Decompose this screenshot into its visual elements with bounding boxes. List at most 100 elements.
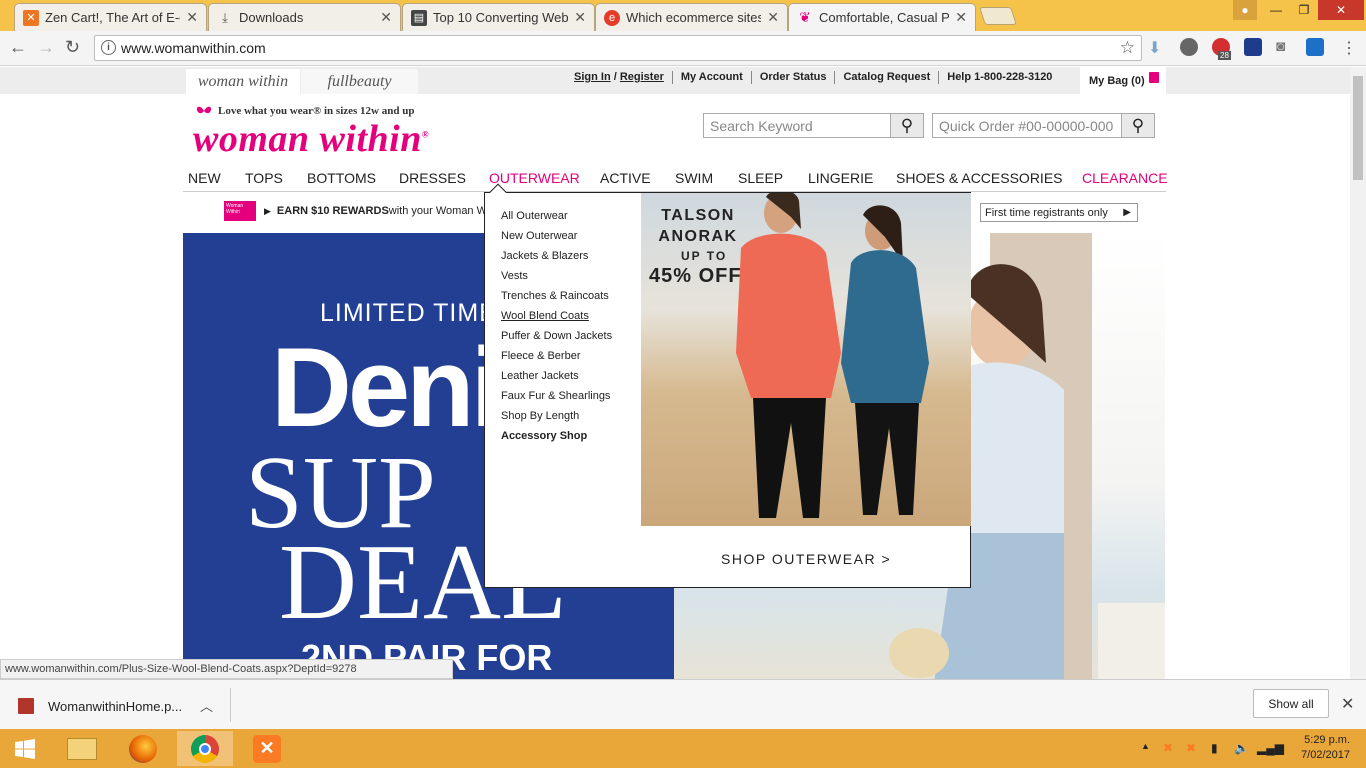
- extension-chart-icon[interactable]: [1244, 38, 1262, 56]
- extension-globe-icon[interactable]: [1180, 38, 1198, 56]
- nav-lingerie[interactable]: LINGERIE: [808, 170, 873, 186]
- close-icon[interactable]: ✕: [574, 9, 586, 26]
- clock-time: 5:29 p.m.: [1304, 734, 1350, 746]
- dd-trenches-raincoats[interactable]: Trenches & Raincoats: [501, 289, 612, 309]
- my-bag-label: My Bag (0): [1089, 74, 1145, 87]
- help-phone-link[interactable]: Help 1-800-228-3120: [939, 71, 1060, 84]
- tray-expand-icon[interactable]: ▲: [1141, 741, 1150, 751]
- minimize-icon[interactable]: —: [1262, 0, 1290, 20]
- back-icon[interactable]: ←: [9, 37, 27, 58]
- info-icon[interactable]: i: [101, 40, 116, 55]
- shop-outerwear-link[interactable]: SHOP OUTERWEAR >: [721, 551, 891, 567]
- promo-bold-text: EARN $10 REWARDS: [276, 205, 389, 217]
- reload-icon[interactable]: ↻: [65, 37, 80, 58]
- main-nav: NEW TOPS BOTTOMS DRESSES OUTERWEAR ACTIV…: [183, 167, 1168, 192]
- dd-puffer-down-jackets[interactable]: Puffer & Down Jackets: [501, 329, 612, 349]
- nav-sleep[interactable]: SLEEP: [738, 170, 783, 186]
- my-account-link[interactable]: My Account: [673, 71, 752, 84]
- dd-all-outerwear[interactable]: All Outerwear: [501, 209, 612, 229]
- tray-xampp-icon[interactable]: ✖: [1163, 741, 1173, 755]
- dd-leather-jackets[interactable]: Leather Jackets: [501, 369, 612, 389]
- search-icon: ⚲: [1131, 115, 1145, 135]
- firefox-icon[interactable]: [115, 731, 171, 766]
- nav-clearance[interactable]: CLEARANCE: [1082, 170, 1168, 186]
- restore-icon[interactable]: ❐: [1290, 0, 1318, 20]
- start-button[interactable]: [0, 731, 50, 766]
- browser-tab-womanwithin[interactable]: ❦ Comfortable, Casual Plus ✕: [788, 3, 976, 31]
- search-input[interactable]: Search Keyword: [703, 113, 891, 138]
- order-status-link[interactable]: Order Status: [752, 71, 836, 84]
- dd-faux-fur-shearlings[interactable]: Faux Fur & Shearlings: [501, 389, 612, 409]
- dd-accessory-shop[interactable]: Accessory Shop: [501, 429, 612, 449]
- nav-new[interactable]: NEW: [188, 170, 221, 186]
- browser-tab-downloads[interactable]: ⤓ Downloads ✕: [208, 3, 401, 31]
- address-bar[interactable]: i www.womanwithin.com ☆: [94, 35, 1142, 61]
- browser-tab-ecommerce[interactable]: e Which ecommerce sites a ✕: [595, 3, 788, 31]
- first-time-registrants-button[interactable]: First time registrants only ▶: [980, 203, 1138, 222]
- forward-icon[interactable]: →: [37, 37, 55, 58]
- vertical-scrollbar[interactable]: [1350, 67, 1366, 679]
- taskbar: ✕ ▲ ✖ ✖ ▮ 🔈 ▂▄▆ 5:29 p.m. 7/02/2017: [0, 729, 1366, 768]
- shopping-bag-icon: [1148, 72, 1159, 83]
- document-icon: ▤: [411, 9, 427, 26]
- rewards-promo[interactable]: Woman Within ▶ EARN $10 REWARDS with you…: [224, 201, 487, 221]
- brand-tab-fullbeauty[interactable]: fullbeauty: [301, 69, 418, 94]
- scrollbar-thumb[interactable]: [1353, 76, 1363, 180]
- search-button[interactable]: ⚲: [890, 113, 924, 138]
- browser-tab-converting[interactable]: ▤ Top 10 Converting Webs ✕: [402, 3, 595, 31]
- nav-tops[interactable]: TOPS: [245, 170, 283, 186]
- xampp-icon: ✕: [23, 9, 39, 26]
- nav-outerwear[interactable]: OUTERWEAR: [489, 170, 580, 186]
- promo-title: TALSON ANORAK: [658, 207, 738, 245]
- quick-order-input[interactable]: Quick Order #00-00000-000: [932, 113, 1122, 138]
- window-close-icon[interactable]: ✕: [1318, 0, 1364, 20]
- nav-shoes-accessories[interactable]: SHOES & ACCESSORIES: [896, 170, 1063, 186]
- dd-fleece-berber[interactable]: Fleece & Berber: [501, 349, 612, 369]
- dd-shop-by-length[interactable]: Shop By Length: [501, 409, 612, 429]
- tray-xampp2-icon[interactable]: ✖: [1186, 741, 1196, 755]
- close-icon[interactable]: ✕: [767, 9, 779, 26]
- catalog-request-link[interactable]: Catalog Request: [835, 71, 940, 84]
- site-logo[interactable]: woman within®: [193, 117, 429, 161]
- extension-s-icon[interactable]: [1306, 38, 1324, 56]
- new-tab-button[interactable]: [979, 7, 1017, 25]
- tray-power-icon[interactable]: ▮: [1211, 741, 1218, 755]
- chrome-icon[interactable]: [177, 731, 233, 766]
- talson-anorak-promo[interactable]: TALSON ANORAK UP TO 45% OFF: [641, 193, 971, 526]
- file-explorer-icon[interactable]: [54, 731, 110, 766]
- nav-active[interactable]: ACTIVE: [600, 170, 651, 186]
- user-profile-icon[interactable]: ●: [1233, 0, 1257, 20]
- browser-tab-zencart[interactable]: ✕ Zen Cart!, The Art of E-co ✕: [14, 3, 207, 31]
- register-link[interactable]: Register: [620, 71, 664, 83]
- volume-icon[interactable]: 🔈: [1234, 741, 1249, 755]
- status-bar: www.womanwithin.com/Plus-Size-Wool-Blend…: [0, 659, 453, 679]
- dd-new-outerwear[interactable]: New Outerwear: [501, 229, 612, 249]
- tab-title: Top 10 Converting Webs: [433, 10, 569, 25]
- nav-dresses[interactable]: DRESSES: [399, 170, 466, 186]
- show-all-button[interactable]: Show all: [1253, 689, 1329, 718]
- bookmark-star-icon[interactable]: ☆: [1120, 38, 1135, 58]
- close-icon[interactable]: ✕: [186, 9, 198, 26]
- download-item[interactable]: WomanwithinHome.p...: [18, 698, 182, 714]
- dd-wool-blend-coats[interactable]: Wool Blend Coats: [501, 309, 612, 329]
- menu-icon[interactable]: ⋮: [1340, 38, 1358, 57]
- sign-in-link[interactable]: Sign In: [574, 71, 611, 83]
- dd-vests[interactable]: Vests: [501, 269, 612, 289]
- quick-order-button[interactable]: ⚲: [1121, 113, 1155, 138]
- brand-tab-womanwithin[interactable]: woman within: [186, 69, 300, 94]
- close-shelf-icon[interactable]: ✕: [1341, 694, 1354, 714]
- nav-bottoms[interactable]: BOTTOMS: [307, 170, 376, 186]
- play-arrow-icon: ▶: [264, 205, 271, 216]
- close-icon[interactable]: ✕: [380, 9, 392, 26]
- camera-icon[interactable]: ◙: [1276, 38, 1294, 56]
- download-arrow-icon[interactable]: ⬇: [1148, 38, 1166, 57]
- my-bag-link[interactable]: My Bag (0): [1080, 67, 1166, 94]
- xampp-taskbar-icon[interactable]: ✕: [239, 731, 295, 766]
- chevron-up-icon[interactable]: ︿: [200, 696, 213, 715]
- tagline-text: Love what you wear® in sizes 12w and up: [218, 105, 415, 117]
- close-icon[interactable]: ✕: [955, 9, 967, 26]
- dd-jackets-blazers[interactable]: Jackets & Blazers: [501, 249, 612, 269]
- nav-swim[interactable]: SWIM: [675, 170, 713, 186]
- system-clock[interactable]: 5:29 p.m. 7/02/2017: [1280, 733, 1350, 763]
- download-shelf: WomanwithinHome.p... ︿ Show all ✕: [0, 679, 1366, 729]
